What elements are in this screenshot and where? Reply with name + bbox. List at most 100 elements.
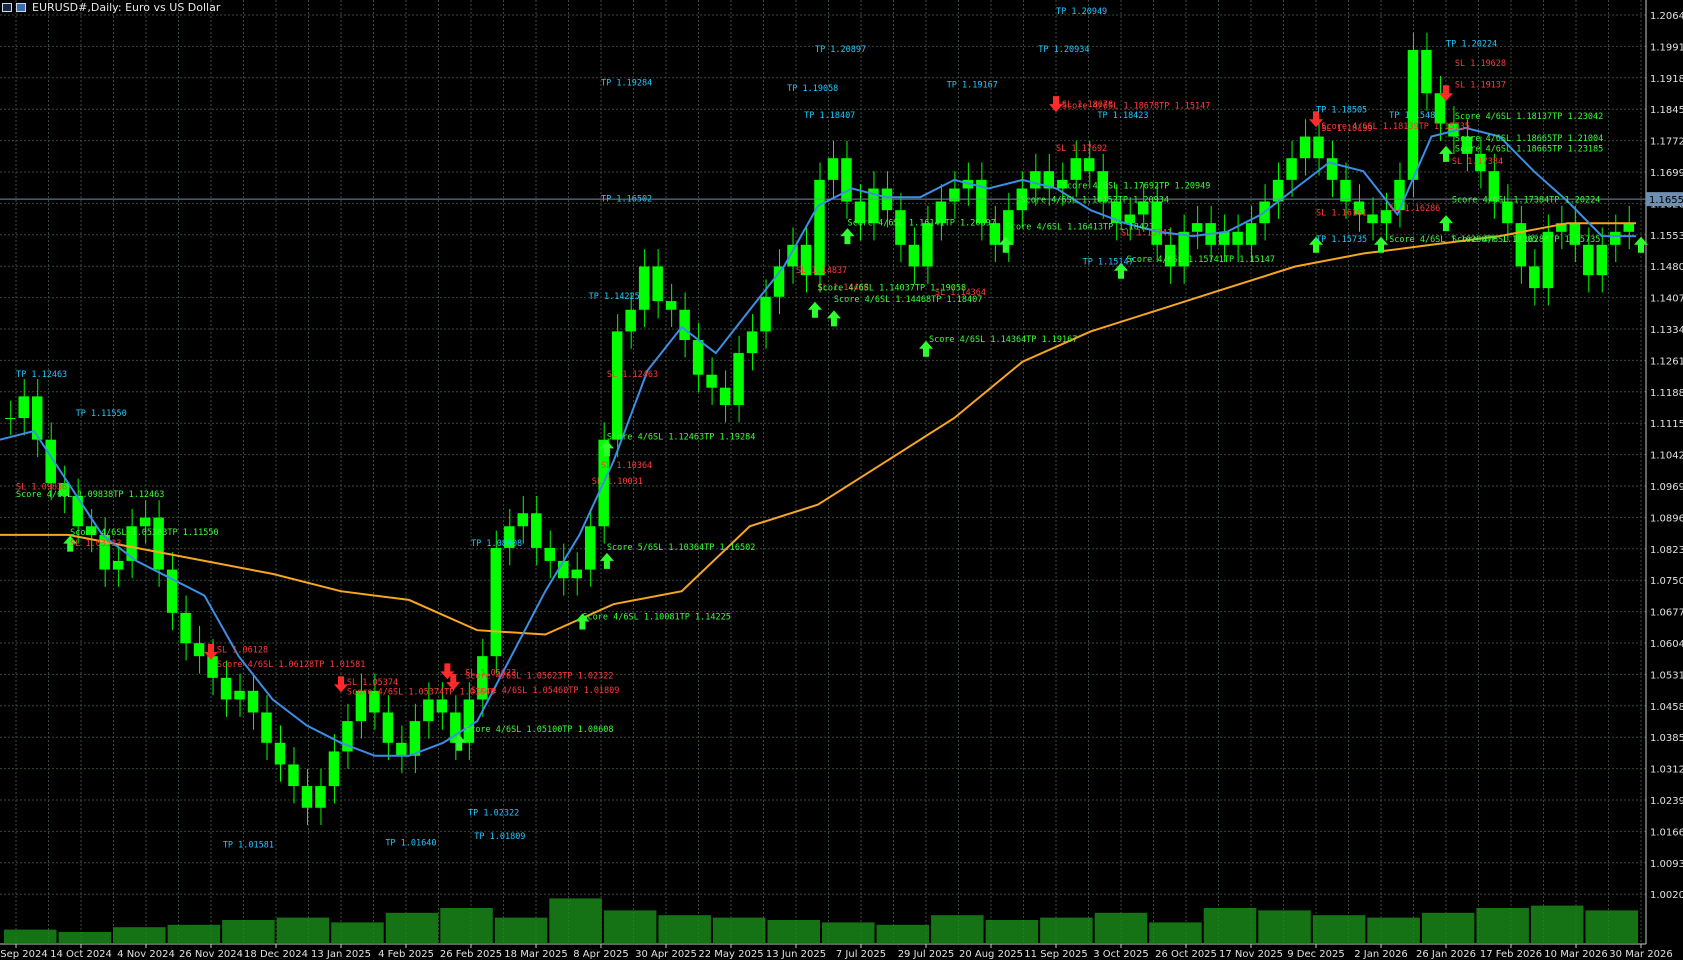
price-axis-label: 1.08230 (1650, 545, 1683, 556)
price-axis-label: 1.17720 (1650, 137, 1683, 148)
volume-bar (1367, 917, 1420, 944)
time-axis-label: 18 Mar 2025 (504, 949, 567, 960)
sell-arrow-icon (334, 676, 348, 693)
candle-body (908, 244, 920, 267)
buy-score-label: Score 4/6SL 1.18665TP 1.23185 (1455, 145, 1603, 155)
sell-score-label: Score 4/6SL 1.06128TP 1.01581 (217, 660, 365, 670)
time-axis-label: 3 Oct 2025 (1093, 949, 1148, 960)
candle-body (1623, 223, 1634, 232)
volume-bar (822, 922, 875, 944)
candle-body (382, 712, 394, 743)
stop-loss-label: SL 1.12463 (607, 370, 658, 380)
take-profit-label: TP 1.20934 (1038, 45, 1089, 55)
buy-score-label: Score 4/6SL 1.14037TP 1.19058 (818, 283, 966, 293)
time-axis-label: 4 Feb 2025 (378, 949, 434, 960)
time-axis-label: 13 Jan 2025 (311, 949, 371, 960)
candle-body (180, 612, 191, 644)
candle-body (112, 560, 124, 570)
volume-bar (331, 922, 384, 944)
buy-score-label: Score 4/6SL 1.05383TP 1.11550 (70, 528, 218, 538)
stop-loss-label: SL 1.06128 (217, 646, 268, 656)
time-axis-label: 30 Mar 2026 (1609, 949, 1672, 960)
candle-body (1218, 231, 1230, 245)
buy-score-label: Score 4/6SL 1.17384TP 1.20224 (1452, 195, 1600, 205)
price-axis-label: 1.06770 (1650, 608, 1683, 619)
stop-loss-label: SL 1.17384 (1452, 157, 1503, 167)
candle-body (1610, 231, 1621, 245)
volume-bar (167, 924, 221, 944)
buy-arrow-icon (840, 228, 855, 245)
candle-body (1232, 231, 1243, 245)
take-profit-label: TP 1.14225 (589, 292, 640, 302)
current-price-label: 1.16555 (1649, 195, 1683, 206)
price-chart[interactable]: 1.20648 1.19910 1.19180 1.18450 1.17720 1.169… (0, 0, 1683, 960)
candle-body (436, 699, 448, 713)
candle-body (1191, 223, 1203, 232)
candle-body (1367, 214, 1378, 224)
candle-body (166, 569, 178, 613)
candle-body (1340, 179, 1351, 202)
take-profit-label: TP 1.18407 (804, 111, 855, 121)
time-axis-label: 2 Jan 2026 (1354, 949, 1408, 960)
price-axis-label: 1.20648 (1650, 11, 1683, 22)
candle-body (72, 495, 83, 527)
candle-body (814, 179, 825, 276)
candle-body (423, 699, 434, 722)
chart-title: EURUSD#,Daily: Euro vs US Dollar (32, 0, 221, 14)
candle-body (531, 513, 542, 548)
volume-bar (440, 908, 493, 944)
buy-score-label: Score 5/6SL 1.10364TP 1.16502 (607, 543, 755, 553)
candle-body (625, 309, 636, 332)
price-axis-label: 1.11880 (1650, 388, 1683, 399)
price-axis-label: 1.13340 (1650, 325, 1683, 336)
take-profit-label: TP 1.18505 (1316, 106, 1367, 116)
candle-body (234, 690, 245, 700)
volume-bar (931, 915, 984, 944)
take-profit-label: TP 1.12463 (16, 370, 67, 380)
stop-loss-label: SL 1.10364 (601, 461, 652, 471)
price-axis-label: 1.06040 (1650, 639, 1683, 650)
volume-bar (222, 920, 275, 944)
candle-body (679, 309, 690, 341)
candle-body (1299, 136, 1311, 159)
candle-body (220, 677, 232, 700)
candle-body (1596, 244, 1608, 276)
price-axis-label: 1.18450 (1650, 105, 1683, 116)
candle-body (409, 721, 421, 756)
time-axis-label: 26 Oct 2025 (1155, 949, 1217, 960)
buy-arrow-icon (826, 310, 841, 327)
buy-score-label: Score 4/6SL 1.18665TP 1.21004 (1455, 134, 1603, 144)
volume-bar (1312, 915, 1366, 944)
candle-body (1084, 158, 1095, 172)
stop-loss-label: SL 1.10031 (592, 477, 643, 487)
take-profit-label: TP 1.16502 (601, 195, 652, 205)
volume-bar (1094, 912, 1148, 944)
volume-bar (712, 917, 766, 944)
volume-bar (876, 924, 930, 944)
candle-body (584, 526, 596, 570)
candle-body (733, 353, 744, 406)
price-axis-label: 1.00200 (1650, 890, 1683, 901)
volume-bar (603, 910, 657, 944)
time-axis-label: 13 Jun 2025 (766, 949, 826, 960)
candle-body (139, 517, 151, 527)
buy-score-label: Score 4/6SL 1.10081TP 1.14225 (582, 612, 730, 622)
volume-bar (58, 932, 112, 944)
take-profit-label: TP 1.20897 (815, 45, 866, 55)
candle-body (1313, 136, 1324, 159)
candle-body (288, 764, 299, 787)
time-axis-label: 20 Aug 2025 (959, 949, 1023, 960)
time-axis-label: 8 Apr 2025 (573, 949, 628, 960)
chart-menu-icon[interactable] (2, 2, 12, 12)
candle-body (760, 296, 771, 332)
volume-bar (1421, 912, 1475, 944)
candle-body (611, 331, 623, 440)
candle-body (719, 387, 731, 406)
price-axis-label: 1.19910 (1650, 42, 1683, 53)
volume-bar (494, 917, 548, 944)
candle-body (1030, 171, 1041, 189)
time-axis-label: 30 Apr 2025 (635, 949, 697, 960)
sell-score-label: Score 4/6SL 1.18678TP 1.15147 (1062, 101, 1210, 111)
volume-bar (276, 917, 330, 944)
take-profit-label: TP 1.01809 (474, 832, 525, 842)
